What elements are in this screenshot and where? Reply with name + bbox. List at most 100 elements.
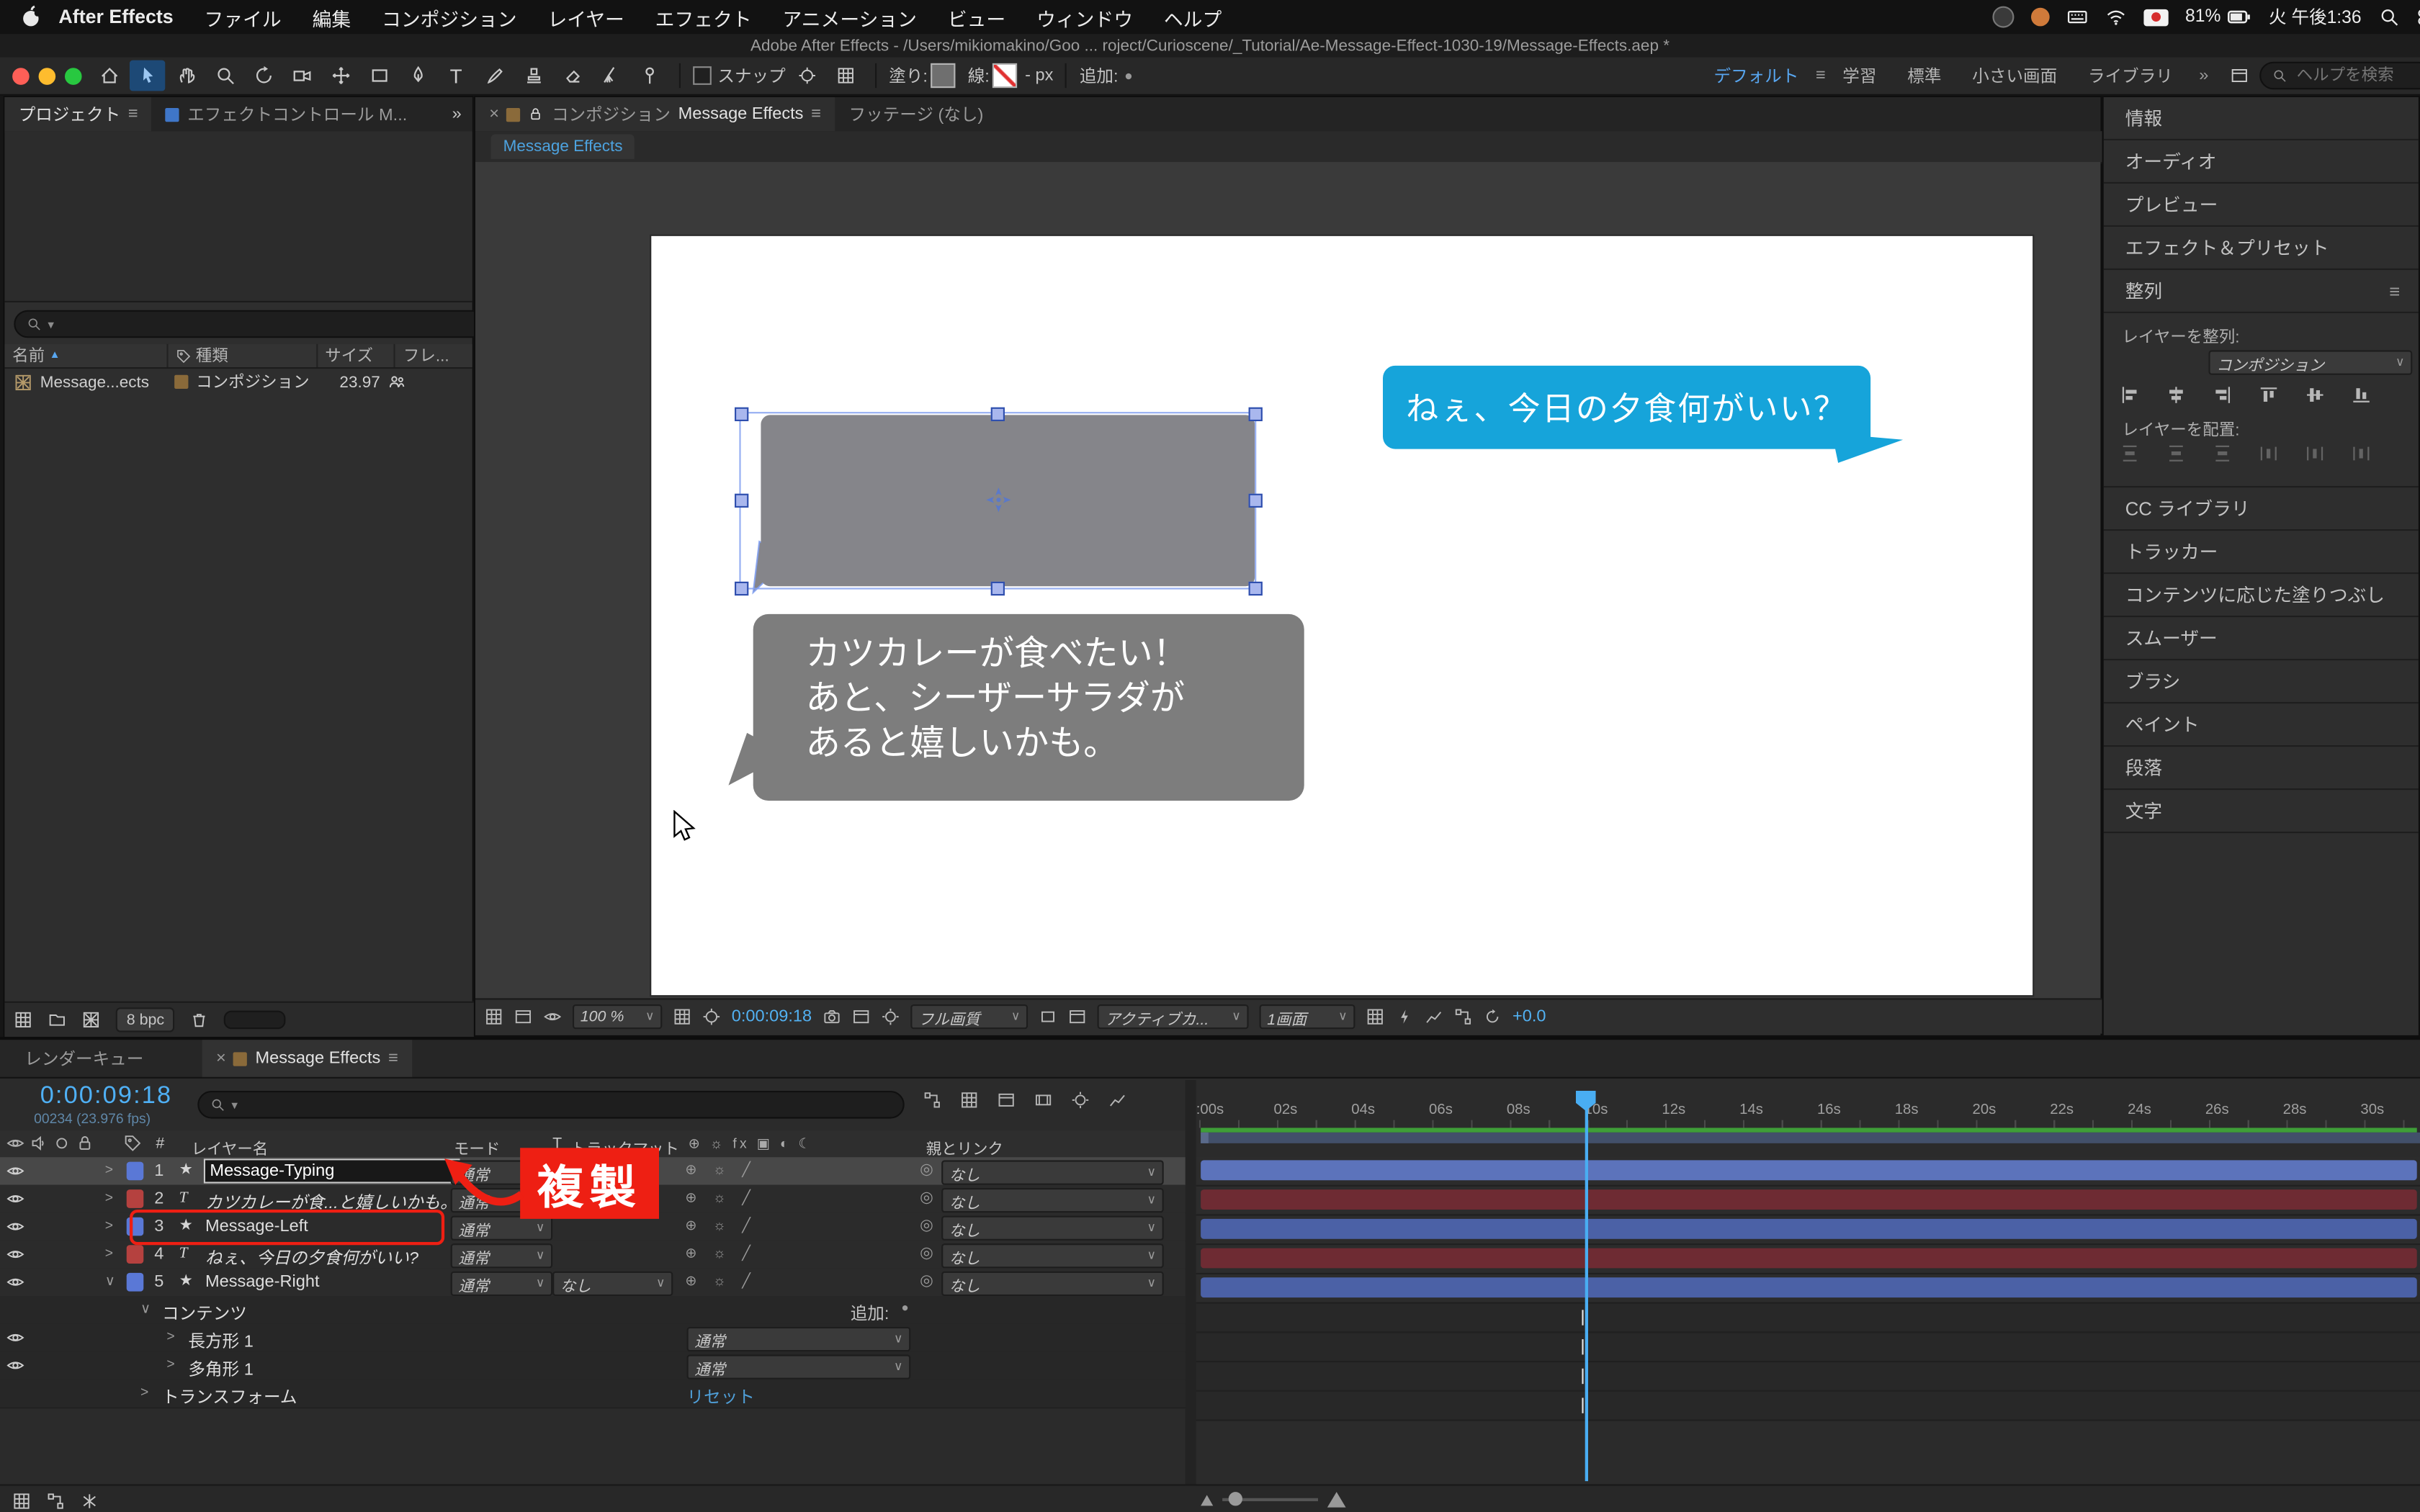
eye-icon[interactable] [6, 1356, 25, 1375]
tab-render-queue[interactable]: レンダーキュー [0, 1040, 169, 1076]
time-ruler[interactable]: :00s 02s 04s 06s 08s 10s 12s 14s 16s 18s… [1196, 1091, 2420, 1128]
layer-duration-bar[interactable] [1201, 1189, 2417, 1210]
eye-icon[interactable] [6, 1218, 25, 1236]
eye-column-icon[interactable] [6, 1134, 25, 1153]
comp-mini-flowchart-icon[interactable] [923, 1091, 941, 1110]
reset-exposure-icon[interactable] [1483, 1007, 1502, 1026]
project-search-box[interactable]: ▾ [14, 310, 486, 338]
draft-3d-icon[interactable] [960, 1091, 979, 1110]
camera-view-dropdown[interactable]: アクティブカ...∨ [1098, 1004, 1249, 1029]
frame-blending-icon[interactable] [1034, 1091, 1053, 1110]
region-of-interest-icon[interactable] [702, 1007, 721, 1026]
menu-composition[interactable]: コンポジション [367, 2, 532, 32]
expander-open-icon[interactable]: ∨ [105, 1273, 115, 1290]
parent-dropdown[interactable]: なし∨ [941, 1160, 1164, 1184]
panel-overflow-icon[interactable]: » [442, 97, 472, 131]
current-timecode[interactable]: 0:00:09:18 [40, 1083, 172, 1111]
close-tab-icon[interactable]: × [216, 1049, 226, 1068]
reset-transform-link[interactable]: リセット [687, 1384, 755, 1408]
column-frames[interactable]: フレ... [395, 344, 472, 367]
distribute-right-icon[interactable] [2351, 443, 2372, 464]
distribute-left-icon[interactable] [2258, 443, 2280, 464]
panel-preview[interactable]: プレビュー [2104, 184, 2419, 227]
expander-icon[interactable]: > [166, 1328, 174, 1344]
workspace-standard[interactable]: 標準 [1894, 63, 1955, 88]
selection-handle[interactable] [735, 494, 748, 508]
track-matte-dropdown[interactable]: なし∨ [552, 1272, 673, 1296]
group-row-polygon[interactable]: > 多角形 1 通常∨ [0, 1351, 1186, 1381]
zoom-in-mountain-icon[interactable] [1327, 1492, 1346, 1507]
eye-icon[interactable] [6, 1189, 25, 1208]
close-window-button[interactable] [12, 67, 30, 84]
distribute-vcenter-icon[interactable] [2165, 443, 2187, 464]
item-name[interactable]: Message...ects [40, 373, 167, 392]
distribute-top-icon[interactable] [2119, 443, 2141, 464]
parent-dropdown[interactable]: なし∨ [941, 1216, 1164, 1241]
eye-icon[interactable] [6, 1328, 25, 1347]
zoom-slider-knob[interactable] [1229, 1492, 1242, 1506]
workspace-overflow-icon[interactable]: » [2190, 66, 2218, 85]
parent-dropdown[interactable]: なし∨ [941, 1243, 1164, 1268]
playhead-line[interactable] [1585, 1091, 1588, 1481]
mask-visibility-icon[interactable] [1068, 1007, 1087, 1026]
menu-animation[interactable]: アニメーション [767, 2, 932, 32]
selection-handle[interactable] [735, 582, 748, 595]
pan-behind-tool[interactable] [323, 60, 358, 91]
layer-switches[interactable]: ⊕ ☼ ╱ [685, 1245, 756, 1262]
layer-row-5[interactable]: ∨ 5 ★ Message-Right 通常∨ なし∨ ⊕ ☼ ╱ ◎ なし∨ [0, 1268, 1186, 1297]
group-name[interactable]: トランスフォーム [162, 1384, 297, 1408]
panel-menu-icon[interactable]: ≡ [388, 1049, 398, 1068]
fast-preview-icon[interactable] [1395, 1007, 1414, 1026]
breadcrumb-comp-name[interactable]: Message Effects [490, 134, 635, 158]
group-row-rectangle[interactable]: > 長方形 1 通常∨ [0, 1324, 1186, 1354]
exposure-value[interactable]: +0.0 [1512, 1007, 1546, 1026]
zoom-slider-track[interactable] [1222, 1498, 1318, 1501]
toggle-switches-icon[interactable] [80, 1492, 99, 1511]
eye-icon[interactable] [6, 1162, 25, 1181]
comp-tab-name[interactable]: Message Effects [678, 105, 804, 124]
blend-mode-dropdown[interactable]: 通常∨ [451, 1272, 552, 1296]
roto-brush-tool[interactable] [593, 60, 628, 91]
group-name[interactable]: 多角形 1 [188, 1356, 253, 1381]
selection-handle[interactable] [1249, 494, 1263, 508]
distribute-hcenter-icon[interactable] [2304, 443, 2326, 464]
align-center-horizontal-icon[interactable] [2165, 384, 2187, 406]
group-row-transform[interactable]: > トランスフォーム リセット [0, 1380, 1186, 1409]
workspace-libraries[interactable]: ライブラリ [2074, 63, 2187, 88]
group-name[interactable]: 長方形 1 [188, 1328, 253, 1353]
help-search-input[interactable] [2293, 65, 2420, 86]
align-top-icon[interactable] [2258, 384, 2280, 406]
resolution-dropdown[interactable]: フル画質∨ [910, 1004, 1028, 1029]
panel-paragraph[interactable]: 段落 [2104, 747, 2419, 790]
audio-column-icon[interactable] [30, 1134, 48, 1153]
menu-view[interactable]: ビュー [932, 2, 1021, 32]
align-left-icon[interactable] [2119, 384, 2141, 406]
menu-file[interactable]: ファイル [189, 2, 297, 32]
control-center-icon[interactable] [2417, 6, 2420, 28]
align-target-dropdown[interactable]: コンポジション∨ [2208, 350, 2412, 374]
home-tool[interactable] [91, 60, 126, 91]
show-snapshot-icon[interactable] [852, 1007, 871, 1026]
parent-dropdown[interactable]: なし∨ [941, 1272, 1164, 1296]
expander-icon[interactable]: > [105, 1218, 113, 1233]
tab-project[interactable]: プロジェクト ≡ [4, 97, 151, 131]
tab-effect-controls[interactable]: エフェクトコントロール M... [152, 97, 421, 131]
snapshot-camera-icon[interactable] [823, 1007, 841, 1026]
parent-pickwhip-icon[interactable]: ◎ [920, 1273, 933, 1290]
minimize-window-button[interactable] [39, 67, 56, 84]
snap-checkbox[interactable]: スナップ [693, 63, 786, 88]
parent-pickwhip-icon[interactable]: ◎ [920, 1245, 933, 1262]
clone-stamp-tool[interactable] [516, 60, 551, 91]
panel-audio[interactable]: オーディオ [2104, 140, 2419, 184]
pixel-aspect-icon[interactable] [1366, 1007, 1384, 1026]
layer-switches[interactable]: ⊕ ☼ ╱ [685, 1162, 756, 1179]
selection-handle[interactable] [1249, 582, 1263, 595]
align-bottom-icon[interactable] [2351, 384, 2372, 406]
window-titlebar[interactable]: Adobe After Effects - /Users/mikiomakino… [0, 34, 2420, 58]
layer-switches[interactable]: ⊕ ☼ ╱ [685, 1189, 756, 1207]
menu-help[interactable]: ヘルプ [1148, 2, 1237, 32]
timeline-divider[interactable] [1186, 1080, 1196, 1484]
menubar-status-dot-icon[interactable] [1992, 6, 2014, 28]
tab-footage[interactable]: フッテージ (なし) [835, 97, 997, 131]
puppet-pin-tool[interactable] [631, 60, 666, 91]
